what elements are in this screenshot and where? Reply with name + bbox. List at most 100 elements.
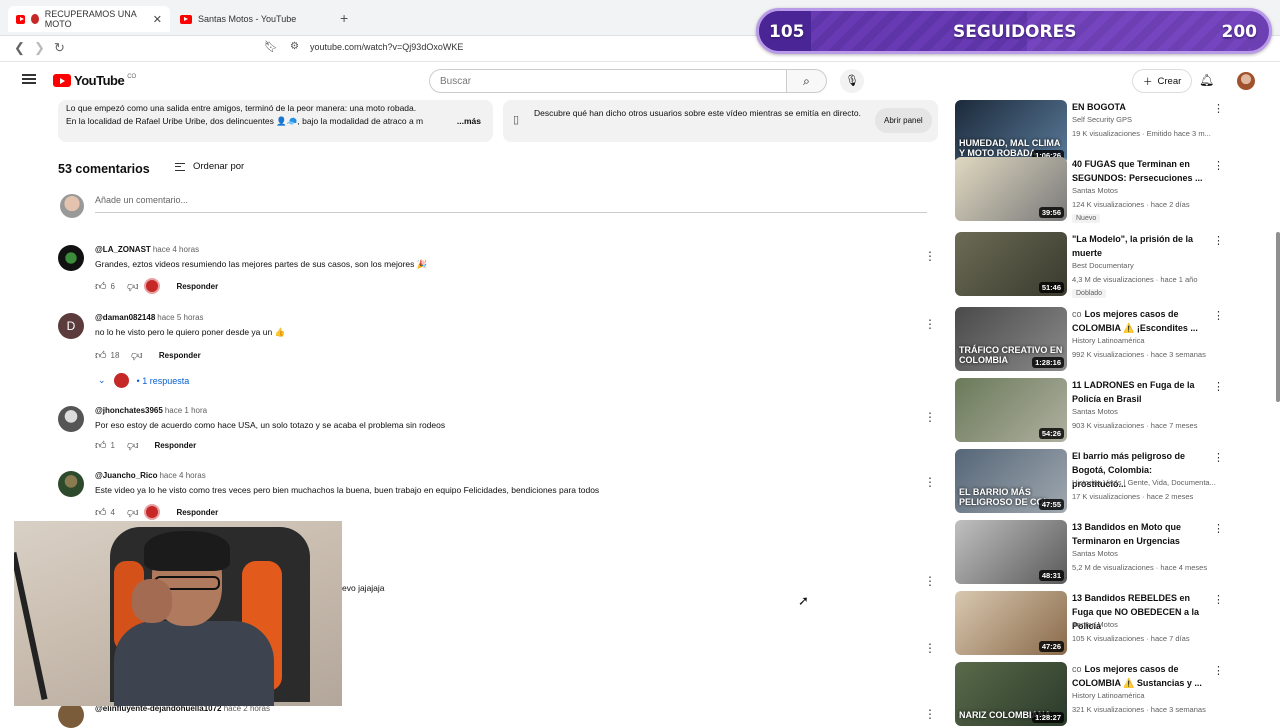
comment-item: D @daman082148 hace 5 horas no lo he vist…: [58, 313, 938, 373]
create-button[interactable]: ＋ Crear: [1132, 69, 1193, 93]
comment-time[interactable]: hace 4 horas: [159, 471, 205, 480]
video-description[interactable]: Lo que empezó como una salida entre amig…: [58, 100, 493, 142]
channel-name[interactable]: History Latinoamérica: [1072, 336, 1145, 345]
video-title[interactable]: 40 FUGAS que Terminan en SEGUNDOS: Perse…: [1072, 157, 1207, 185]
more-options-icon[interactable]: ⋮: [1213, 593, 1224, 606]
scrollbar[interactable]: [1276, 232, 1280, 402]
video-thumbnail[interactable]: 54:26: [955, 378, 1067, 442]
channel-name[interactable]: Santas Motos: [1072, 186, 1118, 195]
more-options-icon[interactable]: ⋮: [1213, 380, 1224, 393]
like-icon[interactable]: 👍︎: [95, 349, 107, 362]
like-icon[interactable]: 👍︎: [95, 439, 107, 452]
video-title[interactable]: 11 LADRONES en Fuga de la Policía en Bra…: [1072, 378, 1207, 406]
related-video-item[interactable]: 48:31 13 Bandidos en Moto que Terminaron …: [955, 520, 1255, 586]
video-title[interactable]: "La Modelo", la prisión de la muerte: [1072, 232, 1207, 260]
related-video-item[interactable]: EL BARRIO MÁS PELIGROSO DE COL 47:55 El ba…: [955, 449, 1255, 515]
tab-santas-motos[interactable]: Santas Motos - YouTube: [172, 6, 332, 32]
channel-name[interactable]: Best Documentary: [1072, 261, 1134, 270]
more-options-icon[interactable]: ⋮: [1213, 664, 1224, 677]
account-avatar[interactable]: [1237, 72, 1255, 90]
related-video-item[interactable]: 51:46 "La Modelo", la prisión de la muert…: [955, 232, 1255, 298]
avatar[interactable]: [58, 245, 84, 271]
more-options-icon[interactable]: ⋮: [1213, 309, 1224, 322]
video-thumbnail[interactable]: NARIZ COLOMBIANA 1:28:27: [955, 662, 1067, 726]
reload-icon[interactable]: ↻: [54, 40, 65, 56]
view-replies-button[interactable]: ⌄ • 1 respuesta: [98, 373, 189, 388]
video-thumbnail[interactable]: 47:26: [955, 591, 1067, 655]
back-icon[interactable]: ❮: [14, 40, 25, 56]
more-options-icon[interactable]: ⋮: [1213, 159, 1224, 172]
more-options-icon[interactable]: ⋮: [924, 707, 936, 721]
comment-author[interactable]: @jhonchates3965: [95, 406, 163, 415]
more-options-icon[interactable]: ⋮: [924, 317, 936, 331]
comment-author[interactable]: @Juancho_Rico: [95, 471, 157, 480]
tab-recuperamos[interactable]: RECUPERAMOS UNA MOTO ✕: [8, 6, 170, 32]
open-panel-button[interactable]: Abrir panel: [875, 108, 932, 133]
site-info-icon[interactable]: ⚙: [290, 41, 299, 52]
add-comment-input[interactable]: Añade un comentario...: [95, 195, 927, 213]
dislike-icon[interactable]: 👍︎: [127, 280, 139, 293]
comment-time[interactable]: hace 5 horas: [157, 313, 203, 322]
video-thumbnail[interactable]: HUMEDAD, MAL CLIMA Y MOTO ROBADA 1:06:26: [955, 100, 1067, 164]
more-options-icon[interactable]: ⋮: [1213, 234, 1224, 247]
voice-search-button[interactable]: 🎙︎: [840, 69, 864, 93]
video-title[interactable]: EN BOGOTA: [1072, 100, 1207, 114]
video-title[interactable]: co Los mejores casos de COLOMBIA ⚠️ Susta…: [1072, 662, 1207, 690]
video-thumbnail[interactable]: 51:46: [955, 232, 1067, 296]
forward-icon[interactable]: ❯: [34, 40, 45, 56]
video-title[interactable]: co Los mejores casos de COLOMBIA ⚠️ ¡Esco…: [1072, 307, 1207, 335]
related-video-item[interactable]: 54:26 11 LADRONES en Fuga de la Policía e…: [955, 378, 1255, 444]
comment-time[interactable]: hace 4 horas: [153, 245, 199, 254]
dislike-icon[interactable]: 👍︎: [127, 506, 139, 519]
channel-name[interactable]: Santas Motos: [1072, 407, 1118, 416]
video-meta: 4,3 M de visualizaciones · hace 1 año: [1072, 275, 1198, 284]
close-icon[interactable]: ✕: [153, 13, 162, 26]
more-options-icon[interactable]: ⋮: [924, 641, 936, 655]
video-thumbnail[interactable]: 48:31: [955, 520, 1067, 584]
more-options-icon[interactable]: ⋮: [924, 249, 936, 263]
channel-name[interactable]: Santas Motos: [1072, 620, 1118, 629]
comment-author[interactable]: @daman082148: [95, 313, 155, 322]
youtube-logo[interactable]: YouTube CO: [53, 73, 136, 88]
avatar[interactable]: [58, 406, 84, 432]
reply-button[interactable]: Responder: [159, 351, 201, 360]
dislike-icon[interactable]: 👍︎: [127, 439, 139, 452]
like-icon[interactable]: 👍︎: [95, 280, 107, 293]
channel-name[interactable]: Historias Vivas | Gente, Vida, Documenta…: [1072, 478, 1216, 487]
avatar[interactable]: [58, 471, 84, 497]
more-options-icon[interactable]: ⋮: [1213, 102, 1224, 115]
avatar[interactable]: D: [58, 313, 84, 339]
related-video-item[interactable]: 39:56 40 FUGAS que Terminan en SEGUNDOS: …: [955, 157, 1255, 223]
video-title[interactable]: 13 Bandidos en Moto que Terminaron en Ur…: [1072, 520, 1207, 548]
url-field[interactable]: youtube.com/watch?v=Qj93dOxoWKE: [310, 42, 463, 52]
reply-button[interactable]: Responder: [176, 508, 218, 517]
show-more-link[interactable]: ...más: [457, 115, 481, 128]
channel-name[interactable]: History Latinoamérica: [1072, 691, 1145, 700]
sort-by-button[interactable]: Ordenar por: [175, 161, 244, 172]
video-thumbnail[interactable]: EL BARRIO MÁS PELIGROSO DE COL 47:55: [955, 449, 1067, 513]
notifications-icon[interactable]: 🔔︎: [1199, 73, 1214, 87]
dislike-icon[interactable]: 👍︎: [131, 349, 143, 362]
channel-name[interactable]: Self Security GPS: [1072, 115, 1132, 124]
bookmark-icon[interactable]: 🔖︎: [264, 40, 278, 53]
related-video-item[interactable]: TRÁFICO CREATIVO EN COLOMBIA 1:28:16 co Los…: [955, 307, 1255, 373]
more-options-icon[interactable]: ⋮: [924, 410, 936, 424]
related-video-item[interactable]: 47:26 13 Bandidos REBELDES en Fuga que NO…: [955, 591, 1255, 657]
more-options-icon[interactable]: ⋮: [1213, 522, 1224, 535]
reply-button[interactable]: Responder: [176, 282, 218, 291]
reply-button[interactable]: Responder: [154, 441, 196, 450]
like-icon[interactable]: 👍︎: [95, 506, 107, 519]
comment-time[interactable]: hace 1 hora: [165, 406, 207, 415]
more-options-icon[interactable]: ⋮: [924, 475, 936, 489]
menu-icon[interactable]: [22, 74, 36, 84]
search-input[interactable]: Buscar: [429, 69, 787, 93]
more-options-icon[interactable]: ⋮: [924, 574, 936, 588]
channel-name[interactable]: Santas Motos: [1072, 549, 1118, 558]
comment-author[interactable]: @LA_ZONAST: [95, 245, 151, 254]
new-tab-icon[interactable]: +: [340, 10, 348, 26]
search-button[interactable]: ⌕: [787, 69, 827, 93]
related-video-item[interactable]: NARIZ COLOMBIANA 1:28:27 co Los mejores cas…: [955, 662, 1255, 728]
video-thumbnail[interactable]: 39:56: [955, 157, 1067, 221]
more-options-icon[interactable]: ⋮: [1213, 451, 1224, 464]
video-thumbnail[interactable]: TRÁFICO CREATIVO EN COLOMBIA 1:28:16: [955, 307, 1067, 371]
